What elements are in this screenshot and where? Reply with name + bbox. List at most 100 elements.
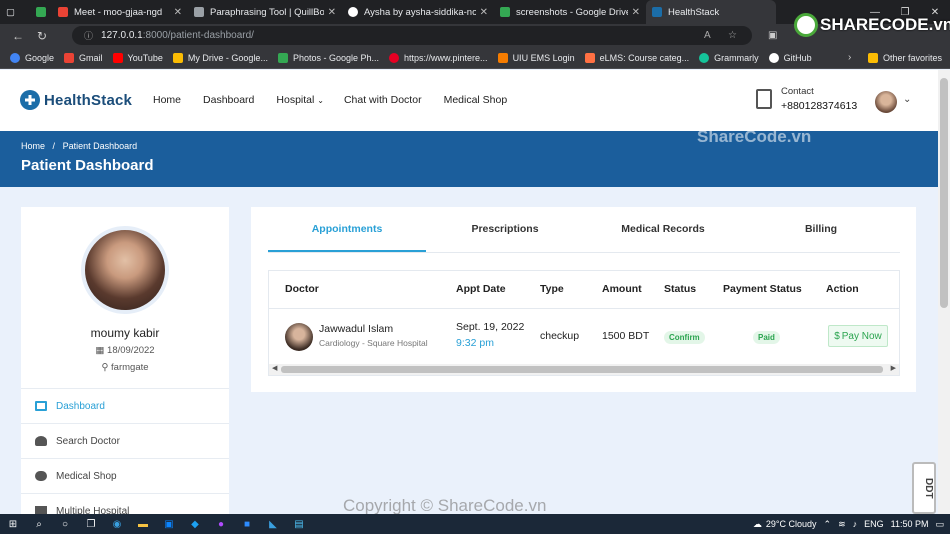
tab-close-icon[interactable]: ✕ — [632, 7, 640, 18]
browser-tab[interactable]: screenshots - Google Drive ✕ — [494, 0, 646, 24]
breadcrumb-home[interactable]: Home — [21, 141, 45, 151]
bookmark-label: YouTube — [127, 52, 163, 63]
twitter-icon[interactable]: ◆ — [182, 519, 208, 530]
cortana-icon[interactable]: ○ — [52, 519, 78, 530]
avatar[interactable] — [875, 91, 897, 113]
hospital-icon — [35, 506, 47, 514]
favorite-star-icon[interactable]: ☆ — [728, 30, 737, 41]
notifications-icon[interactable]: ▭ — [935, 519, 944, 530]
nav-hospital[interactable]: Hospital ⌄ — [276, 94, 324, 106]
tab-close-icon[interactable]: ✕ — [328, 7, 336, 18]
profile-dob: ▦ 18/09/2022 — [21, 345, 229, 356]
brand-name: HealthStack — [44, 91, 133, 109]
language-indicator[interactable]: ENG — [864, 519, 884, 529]
zoom-icon[interactable]: ■ — [234, 519, 260, 530]
chevron-right-icon[interactable]: › — [848, 52, 851, 63]
profile-location: ⚲ farmgate — [21, 362, 229, 373]
browser-tab[interactable]: Aysha by aysha-siddika-nowshin ✕ — [342, 0, 494, 24]
bookmark-item[interactable]: GitHub — [768, 52, 812, 63]
back-icon[interactable]: ← — [6, 29, 30, 43]
tab-close-icon[interactable]: ✕ — [174, 7, 182, 18]
extension-icon[interactable]: ▣ — [768, 30, 777, 41]
bookmark-item[interactable]: Google — [10, 52, 54, 63]
tab-prescriptions[interactable]: Prescriptions — [426, 217, 584, 252]
sidebar-item-dashboard[interactable]: Dashboard — [21, 388, 229, 423]
bookmark-label: Grammarly — [714, 52, 759, 63]
watermark-text: ShareCode.vn — [697, 127, 812, 146]
edge-icon[interactable]: ◉ — [104, 519, 130, 530]
profile-card: moumy kabir ▦ 18/09/2022 ⚲ farmgate Dash… — [21, 207, 229, 514]
messenger-icon[interactable]: ● — [208, 519, 234, 530]
vscode-icon[interactable]: ◣ — [260, 519, 286, 530]
task-view-icon[interactable]: ❐ — [78, 519, 104, 530]
sidebar-item-search-doctor[interactable]: Search Doctor — [21, 423, 229, 458]
search-icon[interactable]: ⌕ — [26, 519, 52, 530]
clock[interactable]: 11:50 PM — [891, 519, 929, 529]
chevron-down-icon[interactable]: ⌄ — [903, 94, 911, 105]
tab-icon[interactable] — [30, 0, 52, 24]
pinterest-icon — [389, 52, 400, 63]
read-aloud-icon[interactable]: A — [704, 30, 711, 41]
calendar-icon: ▦ — [95, 345, 108, 356]
table-horizontal-scrollbar[interactable]: ◀ ▶ — [269, 364, 899, 375]
weather-text[interactable]: 29°C Cloudy — [766, 519, 817, 529]
volume-icon[interactable]: ♪ — [853, 519, 858, 529]
folder-icon — [867, 52, 878, 63]
sidebar-item-medical-shop[interactable]: Medical Shop — [21, 458, 229, 493]
tab-title: Meet - moo-gjaa-ngd — [74, 6, 163, 18]
tab-actions-icon[interactable]: ▢ — [0, 0, 30, 24]
file-explorer-icon[interactable]: ▬ — [130, 519, 156, 530]
tab-close-icon[interactable]: ✕ — [480, 7, 488, 18]
doctor-name[interactable]: Jawwadul Islam — [319, 323, 393, 335]
bookmark-item[interactable]: Grammarly — [699, 52, 759, 63]
scroll-left-icon[interactable]: ◀ — [272, 364, 277, 372]
nav-medical-shop[interactable]: Medical Shop — [444, 94, 508, 106]
tab-title: Paraphrasing Tool | QuillBot AI — [210, 6, 324, 18]
bookmark-item[interactable]: Photos - Google Ph... — [277, 52, 379, 63]
page-scrollbar[interactable] — [938, 70, 950, 514]
column-header: Doctor — [285, 283, 319, 295]
windows-start-icon[interactable]: ⊞ — [0, 519, 26, 530]
bookmark-item[interactable]: https://www.pintere... — [389, 52, 488, 63]
site-info-icon[interactable]: ⓘ — [84, 29, 93, 42]
meet-favicon-icon — [58, 7, 68, 17]
browser-tab-active[interactable]: HealthStack — [646, 0, 776, 24]
sidebar-item-label: Multiple Hospital — [56, 505, 130, 515]
sidebar-item-multiple-hospital[interactable]: Multiple Hospital — [21, 493, 229, 514]
bookmark-item[interactable]: My Drive - Google... — [172, 52, 268, 63]
nav-dashboard[interactable]: Dashboard — [203, 94, 254, 106]
column-header: Appt Date — [456, 283, 506, 295]
url-field[interactable]: ⓘ 127.0.0.1:8000/patient-dashboard/ A ☆ — [72, 26, 752, 45]
tab-appointments[interactable]: Appointments — [268, 217, 426, 252]
github-favicon-icon — [348, 7, 358, 17]
pay-now-button[interactable]: $ Pay Now — [828, 325, 888, 347]
other-favorites[interactable]: Other favorites — [867, 52, 942, 63]
elms-icon — [584, 52, 595, 63]
doctor-icon — [35, 436, 47, 446]
browser-tab[interactable]: Paraphrasing Tool | QuillBot AI ✕ — [188, 0, 342, 24]
photos-app-icon[interactable]: ▤ — [286, 519, 312, 530]
bookmark-item[interactable]: Gmail — [64, 52, 103, 63]
scrollbar-thumb[interactable] — [281, 366, 883, 373]
tab-medical-records[interactable]: Medical Records — [584, 217, 742, 252]
bookmark-label: https://www.pintere... — [404, 52, 488, 63]
store-icon[interactable]: ▣ — [156, 519, 182, 530]
scrollbar-thumb[interactable] — [940, 78, 948, 308]
nav-home[interactable]: Home — [153, 94, 181, 106]
bookmark-item[interactable]: YouTube — [112, 52, 163, 63]
chevron-up-icon[interactable]: ⌃ — [824, 519, 832, 530]
nav-chat-with-doctor[interactable]: Chat with Doctor — [344, 94, 422, 106]
breadcrumb-separator: / — [52, 141, 56, 151]
bookmark-item[interactable]: UIU EMS Login — [497, 52, 575, 63]
reload-icon[interactable]: ↻ — [30, 29, 54, 43]
column-header: Type — [540, 283, 564, 295]
doctor-department: Cardiology - Square Hospital — [319, 338, 428, 348]
bookmark-item[interactable]: eLMS: Course categ... — [584, 52, 689, 63]
ddt-badge: DDT — [912, 462, 936, 514]
pay-now-label: Pay Now — [841, 330, 882, 342]
tab-billing[interactable]: Billing — [742, 217, 900, 252]
brand-logo[interactable]: HealthStack — [20, 90, 132, 110]
wifi-icon[interactable]: ≋ — [838, 519, 846, 530]
scroll-right-icon[interactable]: ▶ — [891, 364, 896, 372]
browser-tab[interactable]: Meet - moo-gjaa-ngd ✕ — [52, 0, 188, 24]
